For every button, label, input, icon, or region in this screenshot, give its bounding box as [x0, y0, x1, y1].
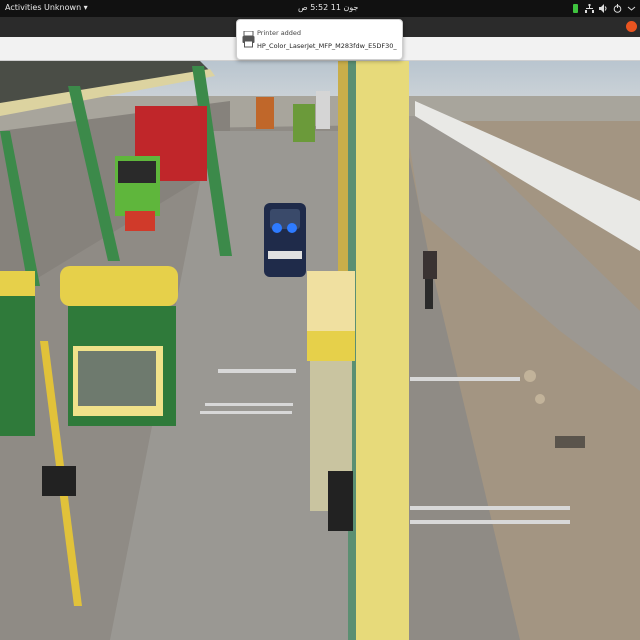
close-icon[interactable]: [626, 21, 637, 32]
network-icon[interactable]: [585, 4, 594, 13]
clock[interactable]: جون 11 5:52 ص: [298, 3, 358, 12]
app-menu[interactable]: Unknown ▾: [44, 3, 88, 12]
notification-title: Printer added: [257, 29, 302, 37]
toll-plaza-scene: [0, 61, 640, 640]
activities-button[interactable]: Activities: [5, 3, 42, 12]
system-menu-icon[interactable]: [627, 4, 636, 13]
notification-popup[interactable]: Printer added HP_Color_LaserJet_MFP_M283…: [236, 19, 403, 60]
printer-icon: [242, 30, 255, 48]
volume-icon[interactable]: [599, 4, 608, 13]
power-icon[interactable]: [613, 4, 622, 13]
system-tray[interactable]: [571, 2, 636, 15]
camera-feed[interactable]: [0, 61, 640, 640]
green-status-icon[interactable]: [571, 4, 580, 13]
top-bar: Activities Unknown ▾ جون 11 5:52 ص: [0, 0, 640, 17]
notification-body: HP_Color_LaserJet_MFP_M283fdw_E5DF30_: [257, 42, 397, 50]
